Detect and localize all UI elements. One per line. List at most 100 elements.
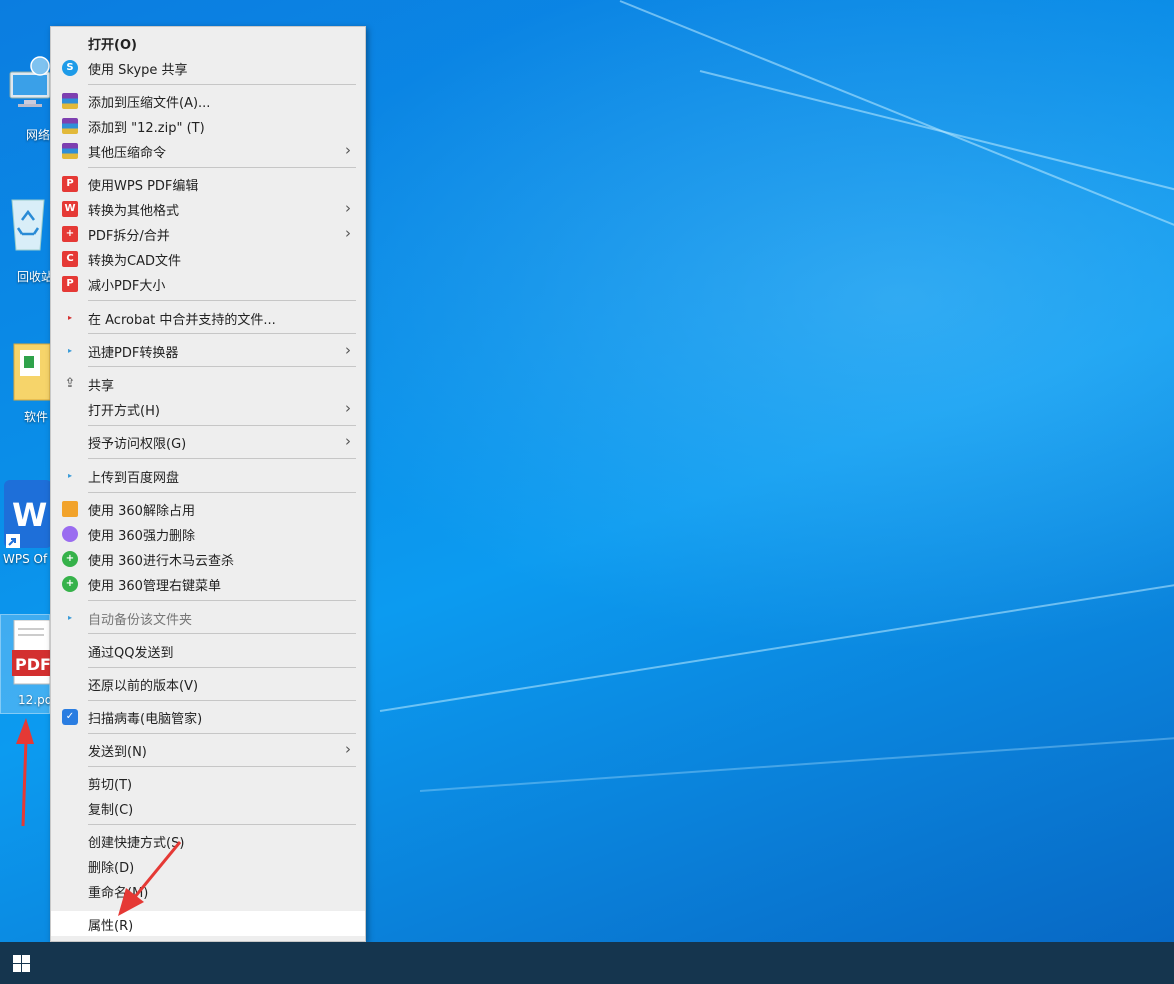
baidu-cloud-icon: ▸ — [67, 471, 72, 480]
pdf-split-icon: + — [62, 226, 78, 242]
desktop-icon-label: 回收站 — [17, 270, 54, 284]
menu-item[interactable]: + 使用 360进行木马云查杀 — [51, 546, 365, 571]
menu-item[interactable]: ▸ 在 Acrobat 中合并支持的文件... — [51, 305, 365, 330]
menu-item-label: 转换为CAD文件 — [88, 254, 181, 269]
chevron-right-icon: › — [345, 199, 351, 217]
menu-item[interactable]: 复制(C) — [51, 795, 365, 820]
menu-separator — [88, 733, 356, 734]
menu-item-label: 复制(C) — [88, 803, 134, 818]
menu-item[interactable]: 创建快捷方式(S) — [51, 828, 365, 853]
menu-item[interactable]: ▸ 上传到百度网盘 — [51, 463, 365, 488]
menu-item[interactable]: ✓ 扫描病毒(电脑管家) — [51, 704, 365, 729]
menu-item[interactable]: P 减小PDF大小 — [51, 271, 365, 296]
menu-item[interactable]: 删除(D) — [51, 853, 365, 878]
menu-item[interactable]: + PDF拆分/合并 › — [51, 221, 365, 246]
annotation-arrow-icon — [16, 718, 34, 827]
desktop-icon-folder[interactable]: 软件 — [0, 336, 56, 426]
menu-item[interactable]: 通过QQ发送到 — [51, 638, 365, 663]
menu-item[interactable]: C 转换为CAD文件 — [51, 246, 365, 271]
svg-text:PDF: PDF — [15, 655, 50, 674]
chevron-right-icon: › — [345, 224, 351, 242]
menu-item[interactable]: ▸ 迅捷PDF转换器 › — [51, 338, 365, 363]
share-icon: ⇪ — [64, 376, 76, 391]
menu-item-label: 添加到压缩文件(A)... — [88, 96, 211, 111]
menu-item-label: 使用 360强力删除 — [88, 529, 195, 544]
skype-icon: S — [62, 60, 78, 76]
menu-separator — [88, 366, 356, 367]
menu-item[interactable]: 打开(O) — [51, 30, 365, 55]
menu-item[interactable]: 授予访问权限(G) › — [51, 429, 365, 454]
menu-item[interactable]: 使用 360强力删除 — [51, 521, 365, 546]
360-delete-icon — [62, 526, 78, 542]
menu-item-label: 使用 360管理右键菜单 — [88, 579, 221, 594]
pdf-compress-icon: P — [62, 276, 78, 292]
network-computer-icon — [8, 56, 52, 116]
menu-item-label: 使用 360解除占用 — [88, 504, 195, 519]
menu-separator — [88, 84, 356, 85]
menu-item[interactable]: W 转换为其他格式 › — [51, 196, 365, 221]
desktop-icon-pdf-file[interactable]: PDF 12.pdf — [0, 618, 57, 714]
360-unlock-icon — [62, 501, 78, 517]
svg-text:W: W — [12, 496, 47, 534]
winrar-icon — [62, 143, 78, 159]
menu-item[interactable]: 添加到压缩文件(A)... — [51, 88, 365, 113]
menu-item-label: 其他压缩命令 — [88, 146, 167, 161]
menu-item[interactable]: 使用 360解除占用 — [51, 496, 365, 521]
360-scan-icon: + — [62, 551, 78, 567]
menu-item-label: 打开方式(H) — [88, 404, 160, 419]
menu-separator — [88, 700, 356, 701]
menu-item[interactable]: ▸ 自动备份该文件夹 — [51, 605, 365, 630]
desktop-icon-label: WPS Of — [3, 552, 48, 566]
menu-item[interactable]: 重命名(M) — [51, 878, 365, 903]
menu-separator — [88, 333, 356, 334]
menu-item-label: PDF拆分/合并 — [88, 229, 170, 244]
chevron-right-icon: › — [345, 740, 351, 758]
desktop-icon-recycle-bin[interactable]: 回收站 — [0, 190, 56, 284]
menu-item-label: 使用WPS PDF编辑 — [88, 179, 199, 194]
menu-item[interactable]: 打开方式(H) › — [51, 396, 365, 421]
menu-item-label: 发送到(N) — [88, 745, 147, 760]
menu-separator — [88, 633, 356, 634]
menu-item[interactable]: 发送到(N) › — [51, 737, 365, 762]
recycle-bin-icon — [8, 194, 48, 258]
menu-item-label: 在 Acrobat 中合并支持的文件... — [88, 313, 276, 328]
menu-item[interactable]: S 使用 Skype 共享 — [51, 55, 365, 80]
menu-separator — [88, 824, 356, 825]
menu-separator — [88, 492, 356, 493]
acrobat-icon: ▸ — [67, 313, 72, 322]
menu-item-label: 授予访问权限(G) — [88, 437, 187, 452]
desktop-icon-network[interactable]: 网络 — [0, 50, 56, 142]
menu-item-label: 上传到百度网盘 — [88, 471, 180, 486]
menu-separator — [88, 425, 356, 426]
windows-start-icon[interactable] — [13, 955, 31, 973]
menu-separator — [88, 458, 356, 459]
menu-item-label: 使用 360进行木马云查杀 — [88, 554, 234, 569]
menu-item-label: 扫描病毒(电脑管家) — [88, 712, 203, 727]
menu-item[interactable]: 剪切(T) — [51, 770, 365, 795]
desktop-icon-wps[interactable]: W WPS Of — [0, 478, 56, 568]
context-menu: 打开(O) S 使用 Skype 共享添加到压缩文件(A)... 添加到 "12.zi… — [50, 26, 366, 942]
wps-office-icon: W — [4, 480, 52, 552]
menu-separator — [88, 667, 356, 668]
menu-item-label: 使用 Skype 共享 — [88, 63, 188, 78]
menu-separator — [88, 300, 356, 301]
wps-pdf-icon: P — [62, 176, 78, 192]
menu-separator — [88, 766, 356, 767]
menu-item[interactable]: P 使用WPS PDF编辑 — [51, 171, 365, 196]
chevron-right-icon: › — [345, 399, 351, 417]
menu-item[interactable]: 其他压缩命令 › — [51, 138, 365, 163]
menu-item[interactable]: + 使用 360管理右键菜单 — [51, 571, 365, 596]
menu-item[interactable]: 属性(R) — [51, 911, 365, 936]
menu-item[interactable]: 添加到 "12.zip" (T) — [51, 113, 365, 138]
menu-item[interactable]: ⇪ 共享 — [51, 371, 365, 396]
cad-icon: C — [62, 251, 78, 267]
menu-item-label: 转换为其他格式 — [88, 204, 180, 219]
winrar-icon — [62, 93, 78, 109]
menu-item-label: 减小PDF大小 — [88, 279, 166, 294]
winrar-icon — [62, 118, 78, 134]
menu-item-label: 自动备份该文件夹 — [88, 613, 193, 628]
menu-item[interactable]: 还原以前的版本(V) — [51, 671, 365, 696]
pdf-file-icon: PDF — [12, 619, 51, 690]
tencent-shield-icon: ✓ — [62, 709, 78, 725]
menu-item-label: 剪切(T) — [88, 778, 133, 793]
